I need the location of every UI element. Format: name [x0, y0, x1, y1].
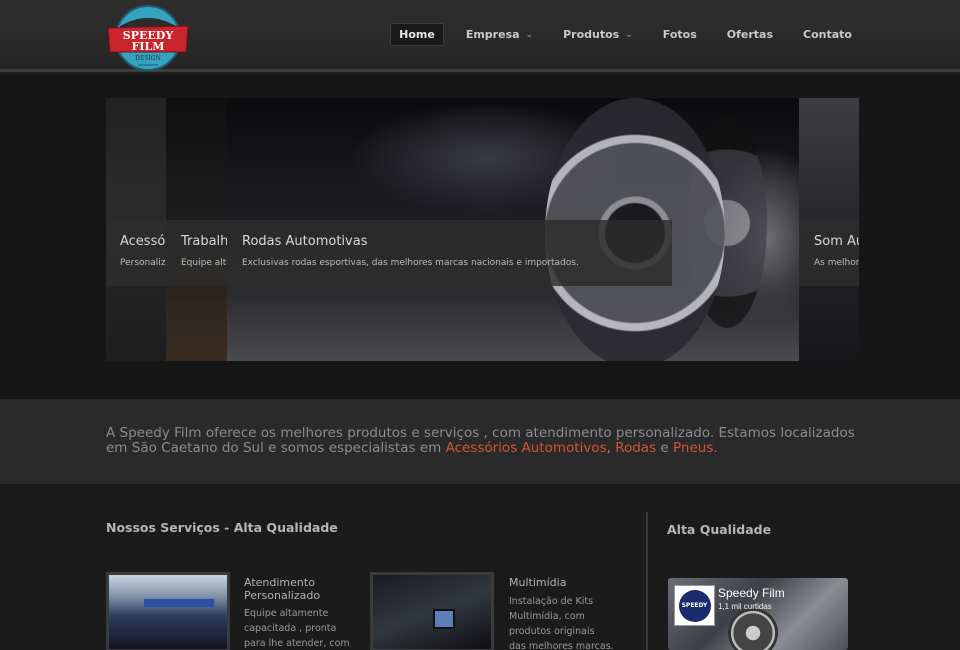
nav-label: Home — [399, 28, 435, 41]
slide-text: As melhor — [814, 258, 859, 268]
nav-label: Ofertas — [726, 28, 774, 41]
nav-contato[interactable]: Contato — [795, 23, 860, 46]
slide-title: Rodas Automotivas — [242, 234, 368, 249]
chevron-down-icon: ⌄ — [625, 29, 633, 40]
nav-empresa[interactable]: Empresa ⌄ — [458, 23, 541, 46]
slide-title: Som Au — [814, 234, 859, 249]
service-title[interactable]: Multimídia — [509, 576, 566, 589]
service-image-multimidia[interactable] — [370, 572, 494, 650]
facebook-page-name[interactable]: Speedy Film — [718, 586, 785, 600]
svg-text:FILM: FILM — [132, 40, 165, 53]
cover-wheel-image — [728, 608, 778, 650]
slide-text: Personaliz — [120, 258, 166, 268]
headrest-screen — [433, 609, 455, 629]
nav-home[interactable]: Home — [390, 23, 444, 46]
nav-label: Contato — [803, 28, 852, 41]
slide-acessorios[interactable]: Acessórios Personaliz — [106, 98, 166, 361]
intro-separator: e — [656, 440, 674, 456]
slide-trabalho[interactable]: Trabalho Equipe alta — [166, 98, 227, 361]
shop-banner — [144, 599, 214, 607]
facebook-page-widget[interactable]: SPEEDY Speedy Film 1,1 mil curtidas — [668, 578, 848, 650]
link-acessorios-automotivos[interactable]: Acessórios Automotivos — [446, 440, 607, 456]
link-rodas[interactable]: Rodas — [615, 440, 656, 456]
link-pneus[interactable]: Pneus. — [673, 440, 718, 456]
slide-caption: Acessórios Personaliz — [106, 220, 166, 286]
slide-som-automotivo[interactable]: Som Au As melhor — [799, 98, 859, 361]
slide-title: Trabalho — [181, 234, 227, 249]
intro-band: A Speedy Film oferece os melhores produt… — [0, 399, 960, 484]
slide-rodas-automotivas[interactable]: Rodas Automotivas Exclusivas rodas espor… — [227, 98, 799, 361]
speedy-logo-icon: SPEEDY — [678, 589, 711, 622]
main-nav: Home Empresa ⌄ Produtos ⌄ Fotos Ofertas … — [390, 23, 860, 46]
service-title[interactable]: Atendimento Personalizado — [244, 576, 354, 602]
slide-title: Acessórios — [120, 234, 166, 249]
nav-label: Empresa — [465, 28, 520, 41]
slide-caption: Som Au As melhor — [799, 220, 859, 286]
facebook-page-avatar[interactable]: SPEEDY — [674, 585, 715, 626]
service-text: Equipe altamente capacitada , pronta par… — [244, 608, 350, 649]
nav-fotos[interactable]: Fotos — [655, 23, 705, 46]
svg-text:DESIGN: DESIGN — [135, 55, 161, 62]
nav-label: Produtos — [563, 28, 620, 41]
slide-text: Equipe alta — [181, 258, 227, 268]
intro-text: A Speedy Film oferece os melhores produt… — [106, 426, 856, 456]
svg-text:AUTOMOTIVO: AUTOMOTIVO — [138, 63, 159, 67]
column-divider — [646, 512, 648, 650]
slide-text: Exclusivas rodas esportivas, das melhore… — [242, 258, 579, 268]
speedy-film-logo[interactable]: SPEEDY FILM DESIGN AUTOMOTIVO — [106, 4, 190, 72]
nav-label: Fotos — [662, 28, 697, 41]
nav-ofertas[interactable]: Ofertas — [719, 23, 781, 46]
slide-caption: Trabalho Equipe alta — [166, 220, 227, 286]
aside-heading: Alta Qualidade — [667, 522, 772, 537]
services-heading: Nossos Serviços - Alta Qualidade — [106, 520, 338, 535]
nav-produtos[interactable]: Produtos ⌄ — [555, 23, 641, 46]
chevron-down-icon: ⌄ — [525, 29, 534, 40]
site-header: SPEEDY FILM DESIGN AUTOMOTIVO Home Empre… — [0, 0, 960, 72]
service-image-atendimento[interactable] — [106, 572, 230, 650]
service-text: Instalação de Kits Multimídia, com produ… — [509, 596, 614, 650]
image-slider[interactable]: Acessórios Personaliz Trabalho Equipe al… — [106, 98, 859, 361]
facebook-likes-count: 1,1 mil curtidas — [718, 602, 772, 611]
slide-caption: Rodas Automotivas Exclusivas rodas espor… — [227, 220, 672, 286]
intro-separator: , — [606, 440, 616, 456]
